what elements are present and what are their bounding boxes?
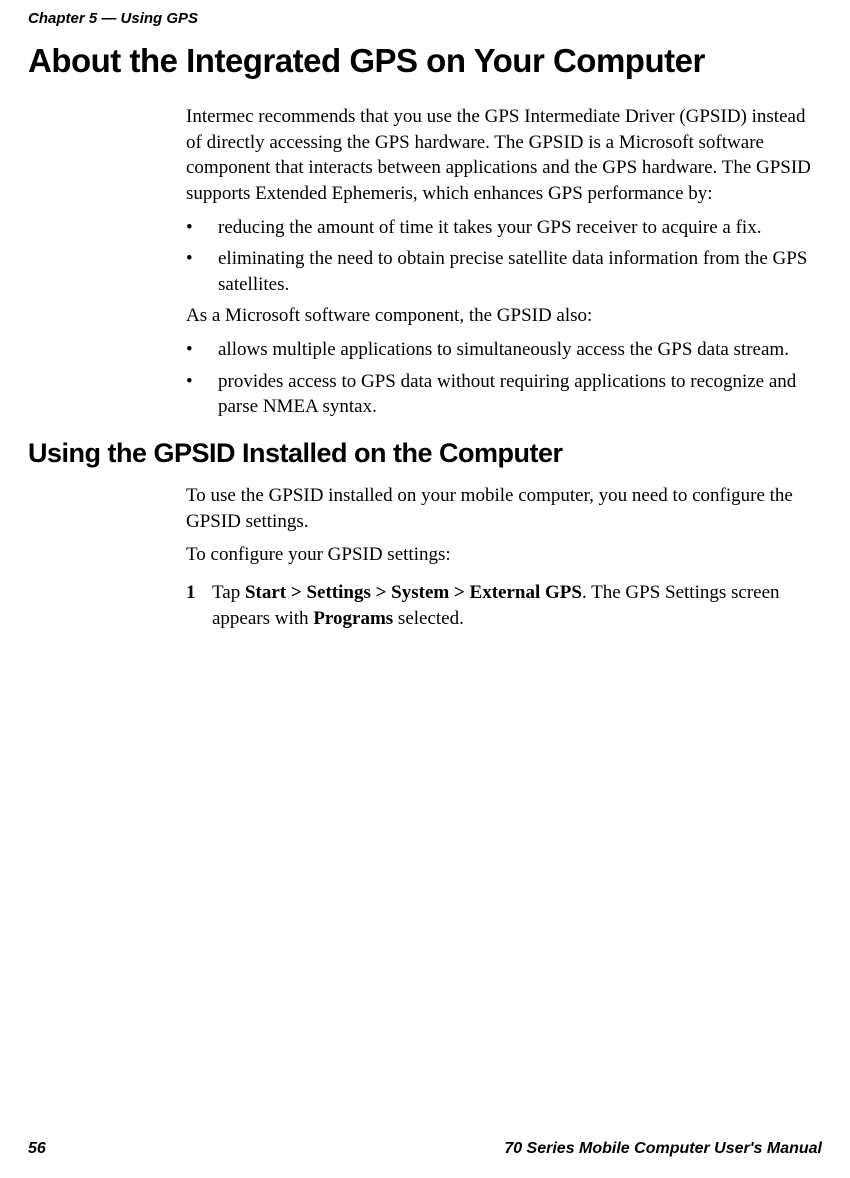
body-block-2: To use the GPSID installed on your mobil… (186, 483, 822, 631)
list-item-text: provides access to GPS data without requ… (218, 371, 796, 418)
main-content: About the Integrated GPS on Your Compute… (28, 42, 822, 639)
para-use-gpsid: To use the GPSID installed on your mobil… (186, 483, 822, 534)
list-item: • eliminating the need to obtain precise… (186, 246, 822, 297)
para-configure: To configure your GPSID settings: (186, 542, 822, 568)
intro-paragraph: Intermec recommends that you use the GPS… (186, 104, 822, 207)
step-text-bold-programs: Programs (313, 608, 393, 629)
section-title-about-gps: About the Integrated GPS on Your Compute… (28, 42, 822, 80)
step-text-post: selected. (393, 608, 464, 629)
manual-title: 70 Series Mobile Computer User's Manual (504, 1140, 822, 1158)
step-text-pre: Tap (212, 582, 245, 603)
steps-list: 1 Tap Start > Settings > System > Extern… (186, 580, 822, 631)
list-item: • reducing the amount of time it takes y… (186, 215, 822, 241)
page-header: Chapter 5 — Using GPS (28, 10, 198, 27)
step-number: 1 (186, 580, 196, 606)
page-number: 56 (28, 1140, 46, 1158)
bullet-icon: • (186, 215, 193, 241)
chapter-label: Chapter 5 — Using GPS (28, 10, 198, 27)
step-text-bold-path: Start > Settings > System > External GPS (245, 582, 582, 603)
list-item: • provides access to GPS data without re… (186, 369, 822, 420)
bullet-icon: • (186, 246, 193, 272)
section-title-using-gpsid: Using the GPSID Installed on the Compute… (28, 438, 822, 469)
bullet-icon: • (186, 337, 193, 363)
list-item-text: reducing the amount of time it takes you… (218, 217, 761, 238)
bullet-icon: • (186, 369, 193, 395)
bullet-list-2: • allows multiple applications to simult… (186, 337, 822, 420)
page-footer: 56 70 Series Mobile Computer User's Manu… (28, 1140, 822, 1158)
list-item-text: eliminating the need to obtain precise s… (218, 248, 807, 295)
mid-paragraph: As a Microsoft software component, the G… (186, 303, 822, 329)
body-block-1: Intermec recommends that you use the GPS… (186, 104, 822, 420)
list-item: • allows multiple applications to simult… (186, 337, 822, 363)
list-item-text: allows multiple applications to simultan… (218, 339, 789, 360)
step-item: 1 Tap Start > Settings > System > Extern… (186, 580, 822, 631)
bullet-list-1: • reducing the amount of time it takes y… (186, 215, 822, 298)
